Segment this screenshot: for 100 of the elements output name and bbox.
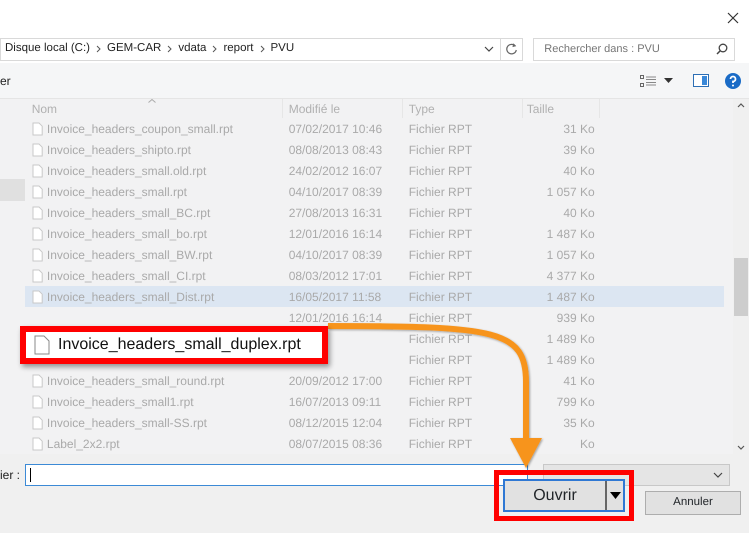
file-row[interactable]: 12/01/2016 16:14 Fichier RPT 939 Ko — [24, 307, 724, 328]
help-icon[interactable] — [725, 72, 741, 88]
file-name[interactable]: Invoice_headers_small_Dist.rpt — [46, 288, 214, 306]
file-row[interactable]: Label_2x2.rpt 08/07/2015 08:36 Fichier RPT Ko — [24, 433, 724, 454]
file-size: 4 377 Ko — [546, 268, 595, 282]
file-row[interactable]: Invoice_headers_small-SS.rpt 08/12/2015 12:04 Fichier RPT 35 Ko — [24, 412, 724, 433]
file-name[interactable]: Label_2x2.rpt — [46, 434, 120, 452]
file-row[interactable]: Invoice_headers_shipto.rpt 08/08/2013 08:43 Fichier RPT 39 Ko — [24, 139, 724, 160]
file-name[interactable]: Invoice_headers_small.old.rpt — [46, 162, 206, 180]
preview-pane-icon[interactable] — [693, 74, 709, 87]
file-row[interactable]: Invoice_headers_small_BW.rpt 04/10/2017 08:39 Fichier RPT 1 057 Ko — [24, 244, 724, 265]
address-bar[interactable]: Disque local (C:) GEM-CAR vdata report PVU — [0, 38, 524, 60]
column-header[interactable]: Type — [402, 99, 523, 118]
dropdown-icon[interactable] — [664, 78, 673, 83]
file-size: 35 Ko — [563, 416, 595, 430]
column-header[interactable]: Taille — [522, 99, 600, 118]
file-icon — [32, 374, 43, 388]
file-size: 1 489 Ko — [546, 332, 595, 346]
file-type: Fichier RPT — [408, 310, 472, 324]
file-type: Fichier RPT — [408, 122, 472, 136]
file-name[interactable]: Invoice_headers_coupon_small.rpt — [46, 120, 234, 138]
file-date: 04/10/2017 08:39 — [288, 184, 382, 198]
file-name[interactable]: Invoice_headers_small_round.rpt — [46, 372, 224, 390]
file-name[interactable]: Invoice_headers_small_CI.rpt — [46, 266, 206, 284]
file-row[interactable]: Invoice_headers_small_Dist.rpt 16/05/2017 11:58 Fichier RPT 1 487 Ko — [24, 286, 724, 307]
view-options-icon[interactable] — [640, 74, 656, 86]
scroll-down-icon[interactable] — [737, 445, 746, 450]
file-icon — [32, 268, 43, 282]
file-row[interactable]: Invoice_headers_small_bo.rpt 12/01/2016 16:14 Fichier RPT 1 487 Ko — [24, 223, 724, 244]
file-size: 1 487 Ko — [546, 290, 595, 304]
file-icon — [32, 416, 43, 430]
file-type: Fichier RPT — [408, 436, 472, 450]
file-date: 20/09/2012 17:00 — [288, 374, 382, 388]
file-type: Fichier RPT — [408, 332, 472, 346]
file-size: 1 057 Ko — [546, 184, 595, 198]
file-icon — [32, 248, 43, 262]
file-name-field[interactable] — [25, 464, 528, 486]
file-type: Fichier RPT — [408, 184, 472, 198]
file-row[interactable]: Invoice_headers_coupon_small.rpt 07/02/2017 10:46 Fichier RPT 31 Ko — [24, 118, 724, 139]
search-field[interactable]: Rechercher dans : PVU — [542, 40, 712, 58]
callout-text: Invoice_headers_small_duplex.rpt — [58, 335, 301, 355]
file-row[interactable]: Invoice_headers_small.old.rpt 24/02/2012 16:07 Fichier RPT 40 Ko — [24, 160, 724, 181]
file-date: 04/10/2017 08:39 — [288, 248, 382, 262]
file-date: 08/03/2012 17:01 — [288, 268, 382, 282]
file-size: 31 Ko — [563, 122, 595, 136]
file-size: 1 487 Ko — [546, 226, 595, 240]
search-box[interactable]: Rechercher dans : PVU — [533, 38, 735, 60]
scroll-up-icon[interactable] — [737, 103, 746, 108]
search-icon[interactable] — [716, 43, 728, 55]
chevron-icon — [212, 45, 218, 53]
file-name[interactable]: Invoice_headers_small_BC.rpt — [46, 204, 210, 222]
file-size: 39 Ko — [563, 142, 595, 156]
file-row[interactable]: Invoice_headers_small_CI.rpt 08/03/2012 17:01 Fichier RPT 4 377 Ko — [24, 265, 724, 286]
file-size: 939 Ko — [556, 310, 595, 324]
cancel-button[interactable]: Annuler — [645, 490, 741, 514]
file-date: 08/07/2015 08:36 — [288, 436, 382, 450]
file-type: Fichier RPT — [408, 416, 472, 430]
file-name[interactable]: Invoice_headers_small_BW.rpt — [46, 246, 212, 264]
file-icon — [32, 290, 43, 304]
breadcrumb-item[interactable]: Disque local (C:) — [5, 40, 90, 58]
file-size: 40 Ko — [563, 206, 595, 220]
file-name-label: ier : — [0, 467, 20, 484]
breadcrumb-item[interactable]: PVU — [270, 40, 294, 58]
scrollbar-thumb[interactable] — [734, 258, 748, 316]
file-row[interactable]: Invoice_headers_small1.rpt 16/07/2013 09:11 Fichier RPT 799 Ko — [24, 391, 724, 412]
file-icon — [32, 122, 43, 136]
file-date: 07/02/2017 10:46 — [288, 122, 382, 136]
breadcrumb-item[interactable]: vdata — [178, 40, 206, 58]
dropdown-icon[interactable] — [484, 46, 494, 52]
file-icon — [32, 206, 43, 220]
file-date: 16/05/2017 11:58 — [288, 290, 382, 304]
file-row[interactable]: Invoice_headers_small.rpt 04/10/2017 08:39 Fichier RPT 1 057 Ko — [24, 181, 724, 202]
file-name[interactable]: Invoice_headers_small-SS.rpt — [46, 414, 207, 432]
chevron-icon — [167, 45, 172, 53]
file-date: 08/12/2015 12:04 — [288, 416, 382, 430]
split-button[interactable]: Ouvrir — [503, 479, 625, 512]
file-size: 40 Ko — [563, 164, 595, 178]
chevron-icon — [260, 45, 264, 53]
file-icon — [32, 394, 43, 408]
dropdown-icon — [713, 472, 724, 478]
file-date: 12/01/2016 16:14 — [288, 226, 382, 240]
file-type: Fichier RPT — [408, 248, 472, 262]
file-name[interactable]: Invoice_headers_small1.rpt — [46, 392, 194, 410]
file-type: Fichier RPT — [408, 206, 472, 220]
file-date: 12/01/2016 16:14 — [288, 310, 382, 324]
file-name[interactable]: Invoice_headers_small.rpt — [46, 182, 187, 200]
file-type: Fichier RPT — [408, 142, 472, 156]
file-name[interactable]: Invoice_headers_shipto.rpt — [46, 140, 191, 158]
file-row[interactable]: Invoice_headers_small_BC.rpt 27/08/2013 16:31 Fichier RPT 40 Ko — [24, 202, 724, 223]
file-row[interactable]: Invoice_headers_small_round.rpt 20/09/2012 17:00 Fichier RPT 41 Ko — [24, 370, 724, 391]
text-cursor — [30, 468, 32, 482]
column-header[interactable]: Nom — [24, 99, 283, 118]
file-icon — [32, 184, 43, 198]
file-type: Fichier RPT — [408, 352, 472, 366]
close-icon[interactable] — [727, 12, 739, 24]
column-header[interactable]: Modifié le — [282, 99, 403, 118]
breadcrumb-item[interactable]: GEM-CAR — [107, 40, 162, 58]
breadcrumb-item[interactable]: report — [223, 40, 254, 58]
file-name[interactable]: Invoice_headers_small_bo.rpt — [46, 224, 207, 242]
organize-button[interactable]: er — [0, 72, 11, 90]
